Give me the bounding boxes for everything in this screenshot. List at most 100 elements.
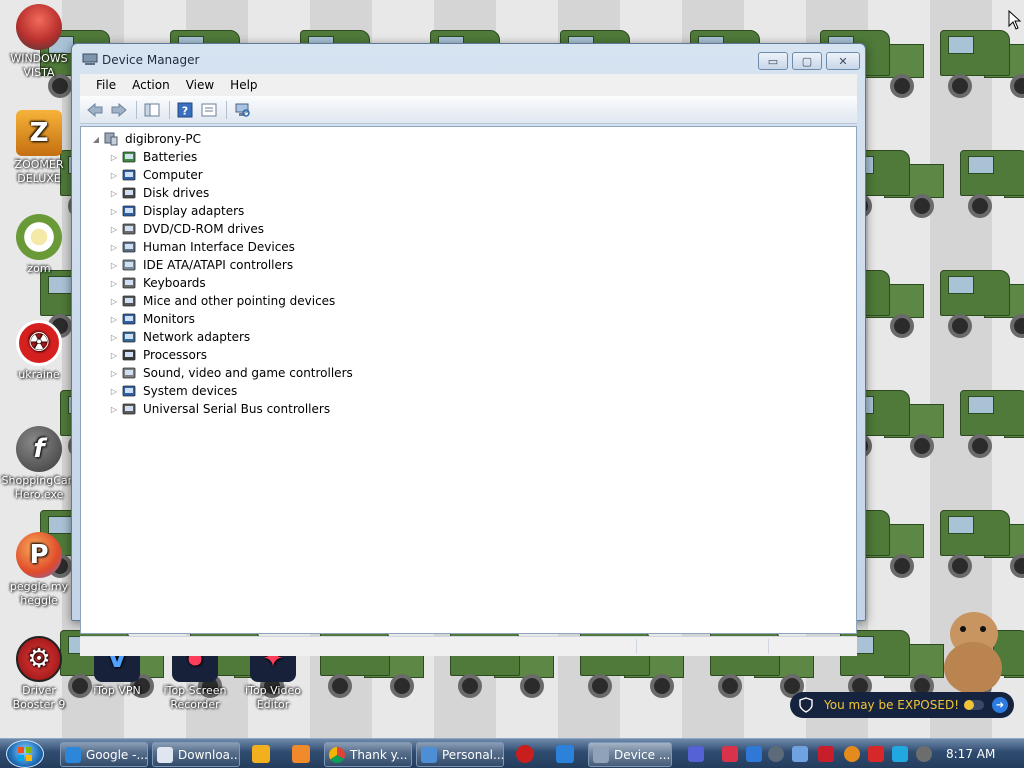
paint-icon[interactable] [292,745,310,763]
scan-hardware-icon [235,103,250,117]
properties-button[interactable] [198,99,220,121]
desktop-icon-ukraine[interactable]: ☢ ukraine [0,320,78,382]
device-category-row[interactable]: ▷ Batteries [109,148,197,166]
flash-icon: f [16,426,62,472]
expand-icon[interactable]: ▷ [109,260,119,270]
screen-recorder-tray-icon[interactable] [722,746,738,762]
taskbar-button-personalization[interactable]: Personal... [416,742,504,767]
back-button[interactable] [84,99,106,121]
device-category-label: Human Interface Devices [143,240,295,254]
collapse-icon[interactable]: ◢ [91,134,101,144]
device-category-row[interactable]: ▷ Disk drives [109,184,209,202]
device-category-row[interactable]: ▷ Sound, video and game controllers [109,364,353,382]
status-pane [636,639,637,654]
mail-tray-icon[interactable] [792,746,808,762]
usb-icon [121,401,137,417]
maximize-button[interactable]: ▢ [792,52,822,70]
device-category-row[interactable]: ▷ DVD/CD-ROM drives [109,220,264,238]
device-category-label: IDE ATA/ATAPI controllers [143,258,294,272]
desktop-icon-shoppingcart-hero[interactable]: f ShoppingCart Hero.exe [0,426,78,502]
expand-icon[interactable]: ▷ [109,152,119,162]
processor-icon [121,347,137,363]
expand-icon[interactable]: ▷ [109,188,119,198]
volume-tray-icon[interactable] [916,746,932,762]
device-category-label: Network adapters [143,330,251,344]
device-category-row[interactable]: ▷ IDE ATA/ATAPI controllers [109,256,293,274]
title-bar[interactable]: Device Manager ▭ ▢ ✕ [72,44,865,74]
menu-view[interactable]: View [178,76,222,94]
desktop-icon-zoomer-deluxe[interactable]: Z ZOOMER DELUXE [0,110,78,186]
expand-icon[interactable]: ▷ [109,368,119,378]
gear-tray-icon[interactable] [768,746,784,762]
taskbar-clock[interactable]: 8:17 AM [946,747,995,761]
desktop-icon-peggle[interactable]: P peggle.my heggle [0,532,78,608]
search-tray-icon[interactable] [844,746,860,762]
expand-icon[interactable]: ▷ [109,404,119,414]
expand-icon[interactable]: ▷ [109,206,119,216]
driver-booster-icon: ⚙ [16,636,62,682]
taskbar-button-downloads[interactable]: Downloa... [152,742,240,767]
expand-icon[interactable]: ▷ [109,350,119,360]
antivirus-tray-icon[interactable] [818,746,834,762]
back-arrow-icon [87,102,103,117]
hamster-mascot[interactable] [940,612,1006,694]
device-category-row[interactable]: ▷ Processors [109,346,207,364]
network-tray-icon[interactable] [892,746,908,762]
driver-booster-taskbar-icon[interactable] [516,745,534,763]
taskbar-button-google[interactable]: Google -... [60,742,148,767]
device-category-row[interactable]: ▷ Universal Serial Bus controllers [109,400,330,418]
device-manager-window: Device Manager ▭ ▢ ✕ File Action View He… [71,43,866,656]
scan-hardware-button[interactable] [231,99,253,121]
computer-icon [121,167,137,183]
personalize-icon [421,746,437,763]
device-category-row[interactable]: ▷ Human Interface Devices [109,238,295,256]
media-player-icon[interactable] [252,745,270,763]
device-category-row[interactable]: ▷ Mice and other pointing devices [109,292,335,310]
desktop-icon-zom[interactable]: zom [0,214,78,276]
taskbar-button-chrome[interactable]: Thank y... [324,742,412,767]
device-category-label: Computer [143,168,203,182]
flag-tray-icon[interactable] [868,746,884,762]
start-button[interactable] [6,740,44,768]
toggle-icon[interactable] [964,700,984,710]
menu-help[interactable]: Help [222,76,265,94]
wallpaper-truck [940,270,1024,340]
show-hide-console-tree-icon [144,103,160,116]
tree-root-computer[interactable]: ◢ digibrony-PC [91,130,201,148]
arrow-right-icon[interactable]: ➜ [992,697,1008,713]
security-notification[interactable]: You may be EXPOSED! ➜ [790,692,1014,718]
peggle-tray-icon[interactable] [688,746,704,762]
help-button[interactable]: ? [174,99,196,121]
device-category-row[interactable]: ▷ Computer [109,166,203,184]
expand-icon[interactable]: ▷ [109,242,119,252]
minimize-button[interactable]: ▭ [758,52,788,70]
expand-icon[interactable]: ▷ [109,386,119,396]
device-category-row[interactable]: ▷ Network adapters [109,328,250,346]
download-icon [157,746,173,763]
desktop-icon-windows-vista[interactable]: WINDOWS VISTA [0,4,78,80]
close-button[interactable]: ✕ [826,52,860,70]
expand-icon[interactable]: ▷ [109,278,119,288]
menu-action[interactable]: Action [124,76,178,94]
menu-file[interactable]: File [88,76,124,94]
device-category-row[interactable]: ▷ System devices [109,382,237,400]
show-hide-console-tree-button[interactable] [141,99,163,121]
device-category-row[interactable]: ▷ Keyboards [109,274,206,292]
expand-icon[interactable]: ▷ [109,296,119,306]
device-category-label: Universal Serial Bus controllers [143,402,331,416]
expand-icon[interactable]: ▷ [109,314,119,324]
device-category-row[interactable]: ▷ Monitors [109,310,195,328]
vpn-tray-icon[interactable] [746,746,762,762]
expand-icon[interactable]: ▷ [109,170,119,180]
desktop-icon-driver-booster[interactable]: ⚙ Driver Booster 9 [0,636,78,712]
window-title: Device Manager [102,53,200,67]
toolbar-separator [136,100,137,119]
taskbar-button-device-manager[interactable]: Device ... [588,742,672,767]
shield-taskbar-icon[interactable] [556,745,574,763]
expand-icon[interactable]: ▷ [109,332,119,342]
forward-button[interactable] [108,99,130,121]
device-category-row[interactable]: ▷ Display adapters [109,202,244,220]
expand-icon[interactable]: ▷ [109,224,119,234]
computer-name: digibrony-PC [125,132,201,146]
wallpaper-truck [960,150,1024,220]
